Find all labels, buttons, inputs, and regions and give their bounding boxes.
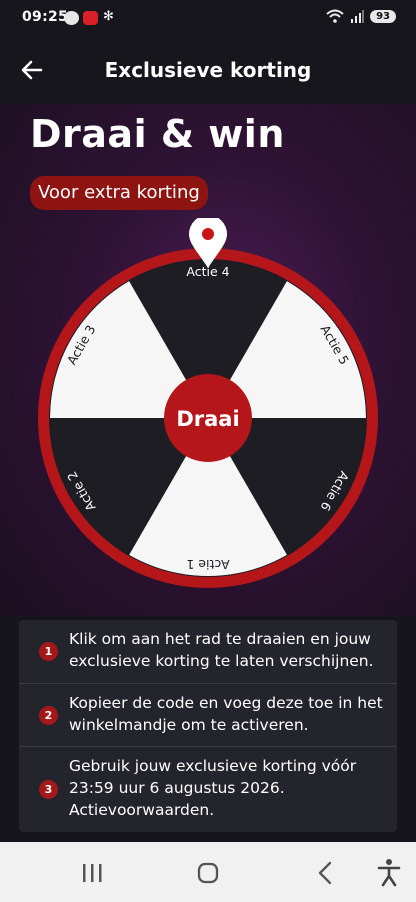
step-text-line: 23:59 uur 6 augustus 2026. <box>69 779 285 797</box>
system-nav-bar <box>0 842 416 902</box>
spin-button-label: Draai <box>176 407 239 431</box>
list-item: 2 Kopieer de code en voeg deze toe in he… <box>19 683 397 746</box>
step-text-line: Kopieer de code en voeg deze toe in het <box>69 694 383 712</box>
status-bar: 09:25 ✻ 93 <box>0 0 416 38</box>
step-text-line: exclusieve korting te laten verschijnen. <box>69 652 374 670</box>
status-time: 09:25 <box>22 9 69 25</box>
terms-link[interactable]: Actievoorwaarden. <box>69 799 384 821</box>
step-text-line: Klik om aan het rad te draaien en jouw <box>69 630 371 648</box>
spin-win-section: Draai & win Voor extra korting Actie 4 A <box>0 104 416 616</box>
step-text-line: Gebruik jouw exclusieve korting vóór <box>69 757 357 775</box>
app-notification-icon <box>83 11 98 25</box>
app-header: Exclusieve korting <box>0 38 416 104</box>
list-item: 1 Klik om aan het rad te draaien en jouw… <box>19 620 397 682</box>
accessibility-icon[interactable] <box>354 842 416 902</box>
home-icon[interactable] <box>173 842 243 902</box>
step-number: 1 <box>39 642 58 661</box>
fan-icon: ✻ <box>103 9 114 24</box>
list-item: 3 Gebruik jouw exclusieve korting vóór 2… <box>19 746 397 833</box>
page-title: Exclusieve korting <box>104 58 312 82</box>
step-text-line: winkelmandje om te activeren. <box>69 716 309 734</box>
discount-badge: Voor extra korting <box>30 176 208 210</box>
back-icon[interactable] <box>290 842 360 902</box>
wifi-icon <box>326 9 344 23</box>
instructions-card: 1 Klik om aan het rad te draaien en jouw… <box>19 620 397 832</box>
wheel-label-actie-1: Actie 1 <box>186 557 229 572</box>
step-number: 3 <box>39 780 58 799</box>
battery-icon: 93 <box>370 9 396 23</box>
signal-icon <box>351 10 365 23</box>
recent-apps-icon[interactable] <box>57 842 127 902</box>
step-number: 2 <box>39 706 58 725</box>
hero-heading: Draai & win <box>30 112 285 156</box>
prize-wheel[interactable]: Actie 4 Actie 5 Actie 6 Actie 1 Actie 2 … <box>38 218 378 588</box>
app-notification-icon <box>64 11 79 25</box>
spin-button[interactable]: Draai <box>164 374 252 462</box>
